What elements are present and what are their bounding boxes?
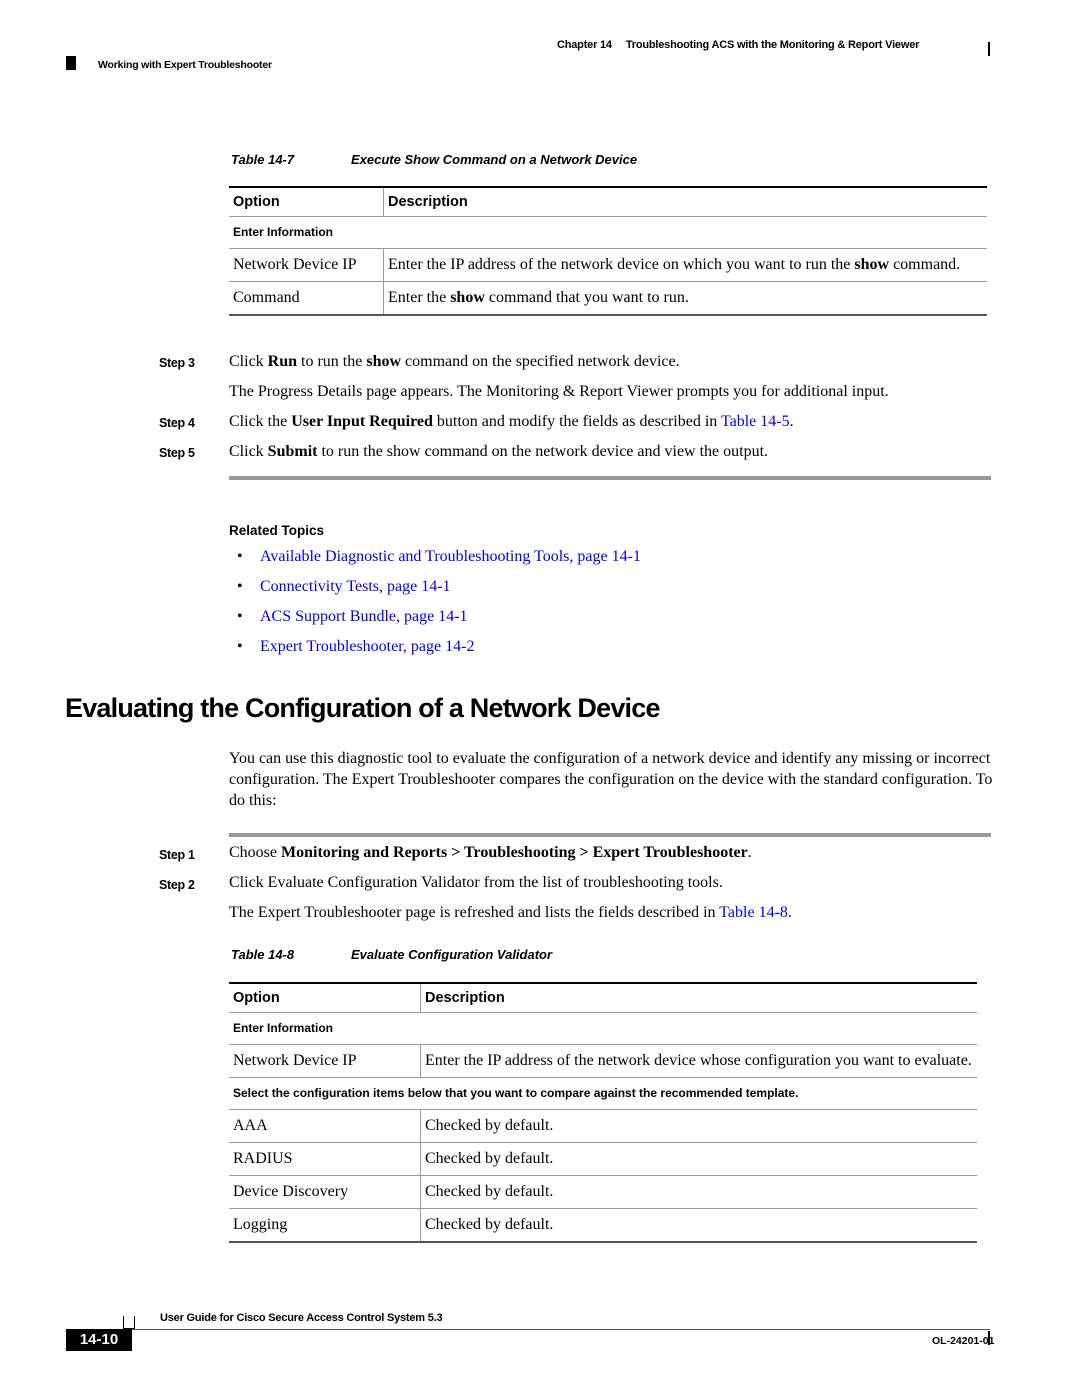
step-label: Step 1	[159, 848, 195, 862]
footer-guide-title: User Guide for Cisco Secure Access Contr…	[160, 1312, 443, 1324]
table-14-7: Option Description Enter Information Net…	[229, 186, 987, 316]
step-label: Step 3	[159, 356, 195, 370]
description-cell: Checked by default.	[420, 1208, 977, 1243]
footer-marks	[123, 1316, 135, 1329]
section-label: Enter Information	[229, 1012, 977, 1045]
table-row: Command Enter the show command that you …	[229, 281, 987, 316]
column-header-option: Option	[229, 186, 384, 217]
option-cell: Network Device IP	[229, 1044, 421, 1078]
related-topic-link[interactable]: • Expert Troubleshooter, page 14-2	[237, 638, 474, 656]
table-14-8: Option Description Enter Information Net…	[229, 982, 977, 1243]
related-topic-link[interactable]: • Available Diagnostic and Troubleshootin…	[237, 548, 641, 566]
table-caption-number: Table 14-8	[231, 947, 295, 962]
related-topic-link[interactable]: • Connectivity Tests, page 14-1	[237, 578, 451, 596]
table-header-row: Option Description	[229, 982, 977, 1013]
step-text: Click Evaluate Configuration Validator f…	[229, 874, 723, 891]
option-cell: Device Discovery	[229, 1175, 421, 1209]
table-row: RADIUS Checked by default.	[229, 1142, 977, 1176]
table-caption-number: Table 14-7	[231, 152, 295, 167]
header-bar	[988, 42, 990, 56]
document-id: OL-24201-01	[932, 1335, 995, 1347]
bullet-icon: •	[237, 638, 243, 655]
chapter-label: Chapter 14	[557, 39, 612, 51]
chapter-title: Troubleshooting ACS with the Monitoring …	[625, 39, 920, 51]
bullet-icon: •	[237, 548, 243, 565]
step-label: Step 5	[159, 446, 195, 460]
table-caption-title: Execute Show Command on a Network Device	[351, 152, 638, 167]
option-cell: Network Device IP	[229, 248, 384, 282]
description-cell: Checked by default.	[420, 1109, 977, 1143]
table-section-row: Select the configuration items below tha…	[229, 1077, 977, 1110]
step-text: Click the User Input Required button and…	[229, 413, 794, 430]
step-text: Click Submit to run the show command on …	[229, 443, 769, 460]
option-cell: AAA	[229, 1109, 421, 1143]
step-note: The Expert Troubleshooter page is refres…	[229, 904, 792, 921]
table-row: Network Device IP Enter the IP address o…	[229, 248, 987, 282]
footer-bar	[988, 1331, 990, 1345]
section-label: Select the configuration items below tha…	[229, 1077, 977, 1110]
table-row: Device Discovery Checked by default.	[229, 1175, 977, 1209]
column-header-description: Description	[420, 982, 977, 1013]
description-cell: Checked by default.	[420, 1175, 977, 1209]
table-14-7-caption: Table 14-7 Execute Show Command on a Netw…	[231, 152, 637, 167]
running-header-section: Working with Expert Troubleshooter	[98, 59, 272, 71]
footer-rule	[132, 1329, 990, 1330]
related-topic-link[interactable]: • ACS Support Bundle, page 14-1	[237, 608, 468, 626]
table-section-row: Enter Information	[229, 1012, 977, 1045]
table-14-8-link[interactable]: Table 14-8	[719, 904, 788, 921]
description-cell: Enter the IP address of the network devi…	[383, 248, 987, 282]
section-title: Evaluating the Configuration of a Networ…	[65, 693, 661, 723]
table-row: Network Device IP Enter the IP address o…	[229, 1044, 977, 1078]
step-label: Step 2	[159, 878, 195, 892]
step-label: Step 4	[159, 416, 195, 430]
step-text: Choose Monitoring and Reports > Troubles…	[229, 844, 752, 861]
bullet-icon: •	[237, 578, 243, 595]
option-cell: Command	[229, 281, 384, 316]
page-number: 14-10	[66, 1329, 132, 1351]
related-topics-heading: Related Topics	[229, 523, 325, 538]
header-marker	[66, 56, 76, 70]
table-section-row: Enter Information	[229, 216, 987, 249]
option-cell: Logging	[229, 1208, 421, 1243]
step-text: Click Run to run the show command on the…	[229, 353, 680, 370]
table-caption-title: Evaluate Configuration Validator	[351, 947, 553, 962]
table-14-5-link[interactable]: Table 14-5	[721, 413, 790, 430]
description-cell: Enter the IP address of the network devi…	[420, 1044, 977, 1078]
section-label: Enter Information	[229, 216, 987, 249]
running-header-chapter: Chapter 14 Troubleshooting ACS with the M…	[557, 39, 933, 51]
column-header-option: Option	[229, 982, 421, 1013]
table-row: Logging Checked by default.	[229, 1208, 977, 1243]
procedure-start-rule	[229, 833, 991, 837]
section-intro: You can use this diagnostic tool to eval…	[229, 750, 993, 809]
table-14-8-caption: Table 14-8 Evaluate Configuration Validat…	[231, 947, 552, 962]
option-cell: RADIUS	[229, 1142, 421, 1176]
description-cell: Checked by default.	[420, 1142, 977, 1176]
step-note: The Progress Details page appears. The M…	[229, 383, 889, 400]
bullet-icon: •	[237, 608, 243, 625]
procedure-end-rule	[229, 476, 991, 480]
description-cell: Enter the show command that you want to …	[383, 281, 987, 316]
table-row: AAA Checked by default.	[229, 1109, 977, 1143]
table-header-row: Option Description	[229, 186, 987, 217]
column-header-description: Description	[383, 186, 987, 217]
